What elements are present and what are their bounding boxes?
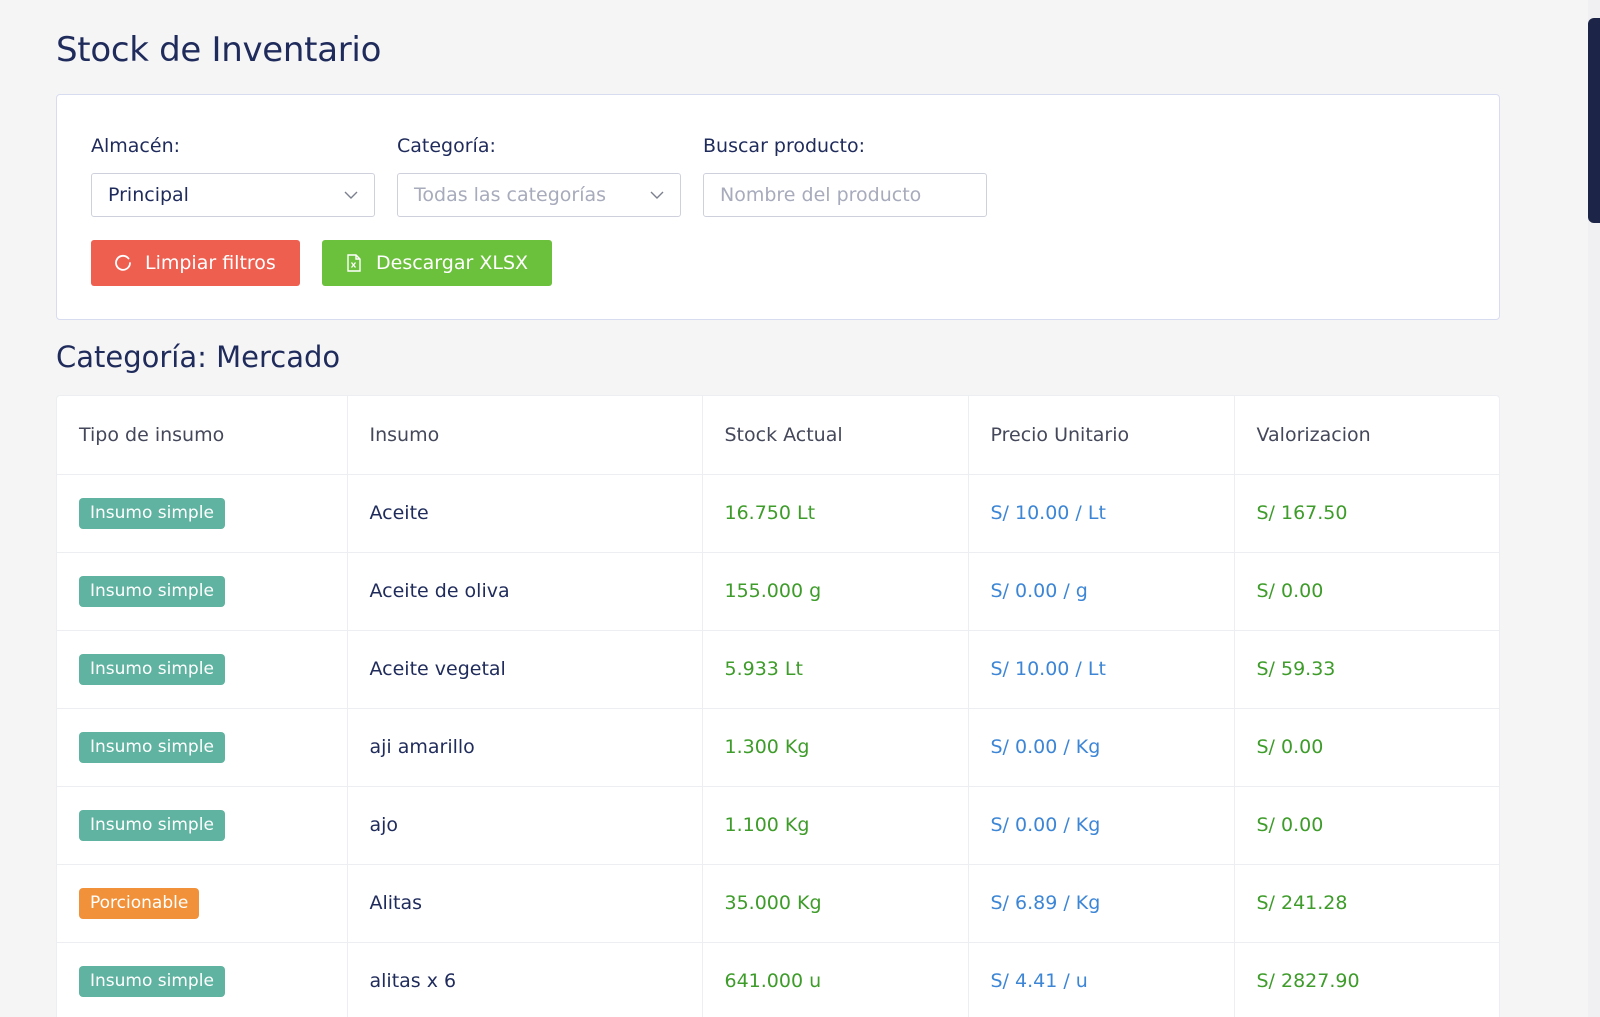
tipo-badge: Insumo simple — [79, 809, 225, 841]
almacen-label: Almacén: — [91, 135, 181, 157]
tipo-badge: Insumo simple — [79, 575, 225, 607]
product-search-input[interactable] — [720, 184, 970, 206]
inventory-table-wrap: Tipo de insumo Insumo Stock Actual Preci… — [56, 395, 1500, 1017]
inventory-table: Tipo de insumo Insumo Stock Actual Preci… — [57, 396, 1499, 1017]
download-xlsx-label: Descargar XLSX — [376, 252, 529, 274]
tipo-badge: Insumo simple — [79, 731, 225, 763]
table-row: Insumo simple aji amarillo 1.300 Kg S/ 0.00… — [57, 708, 1499, 787]
table-row: Porcionable Alitas 35.000 Kg S/ 6.89 / Kg S/… — [57, 864, 1499, 943]
precio-cell: S/ 10.00 / Lt — [968, 474, 1235, 553]
page-scrollbar-thumb[interactable] — [1588, 18, 1600, 223]
valorizacion-cell: S/ 167.50 — [1234, 474, 1499, 553]
valorizacion-cell: S/ 0.00 — [1234, 708, 1499, 787]
stock-cell: 641.000 u — [702, 942, 969, 1017]
header-insumo: Insumo — [347, 396, 703, 475]
tipo-badge: Porcionable — [79, 887, 200, 919]
precio-cell: S/ 0.00 / g — [968, 552, 1235, 631]
tipo-badge: Insumo simple — [79, 497, 225, 529]
buscar-input-wrap[interactable] — [703, 173, 987, 217]
table-row: Insumo simple alitas x 6 641.000 u S/ 4.41 … — [57, 942, 1499, 1017]
excel-file-icon — [347, 254, 361, 272]
tipo-cell: Insumo simple — [57, 630, 348, 709]
header-stock: Stock Actual — [702, 396, 969, 475]
clear-filters-label: Limpiar filtros — [145, 252, 276, 274]
table-header-row: Tipo de insumo Insumo Stock Actual Preci… — [57, 396, 1499, 475]
stock-cell: 155.000 g — [702, 552, 969, 631]
precio-cell: S/ 6.89 / Kg — [968, 864, 1235, 943]
category-section-title: Categoría: Mercado — [56, 340, 341, 374]
categoria-field: Categoría: Todas las categorías — [397, 133, 681, 217]
insumo-cell: alitas x 6 — [347, 942, 703, 1017]
filter-card: Almacén: Principal Categoría: Todas las … — [56, 94, 1500, 320]
almacen-field: Almacén: Principal — [91, 133, 375, 217]
valorizacion-cell: S/ 59.33 — [1234, 630, 1499, 709]
inventory-page: Stock de Inventario Almacén: Principal C… — [0, 0, 1600, 1017]
almacen-select[interactable]: Principal — [91, 173, 375, 217]
valorizacion-cell: S/ 0.00 — [1234, 786, 1499, 865]
tipo-cell: Insumo simple — [57, 786, 348, 865]
valorizacion-cell: S/ 241.28 — [1234, 864, 1499, 943]
categoria-select[interactable]: Todas las categorías — [397, 173, 681, 217]
clear-filters-button[interactable]: Limpiar filtros — [91, 240, 300, 286]
precio-cell: S/ 0.00 / Kg — [968, 786, 1235, 865]
refresh-icon — [115, 254, 131, 271]
almacen-selected-value: Principal — [108, 184, 189, 206]
precio-cell: S/ 0.00 / Kg — [968, 708, 1235, 787]
tipo-badge: Insumo simple — [79, 965, 225, 997]
header-valorizacion: Valorizacion — [1234, 396, 1499, 475]
chevron-down-icon — [344, 191, 358, 199]
stock-cell: 1.100 Kg — [702, 786, 969, 865]
download-xlsx-button[interactable]: Descargar XLSX — [322, 240, 552, 286]
header-tipo: Tipo de insumo — [57, 396, 348, 475]
tipo-cell: Insumo simple — [57, 474, 348, 553]
stock-cell: 16.750 Lt — [702, 474, 969, 553]
tipo-cell: Insumo simple — [57, 708, 348, 787]
insumo-cell: Aceite — [347, 474, 703, 553]
stock-cell: 1.300 Kg — [702, 708, 969, 787]
valorizacion-cell: S/ 2827.90 — [1234, 942, 1499, 1017]
insumo-cell: Alitas — [347, 864, 703, 943]
tipo-badge: Insumo simple — [79, 653, 225, 685]
categoria-placeholder: Todas las categorías — [414, 184, 607, 206]
insumo-cell: Aceite de oliva — [347, 552, 703, 631]
valorizacion-cell: S/ 0.00 — [1234, 552, 1499, 631]
insumo-cell: aji amarillo — [347, 708, 703, 787]
insumo-cell: ajo — [347, 786, 703, 865]
buscar-label: Buscar producto: — [703, 135, 866, 157]
buscar-field: Buscar producto: — [703, 133, 987, 217]
page-title: Stock de Inventario — [56, 30, 382, 70]
table-row: Insumo simple Aceite de oliva 155.000 g S/ … — [57, 552, 1499, 631]
table-row: Insumo simple Aceite vegetal 5.933 Lt S/ 10… — [57, 630, 1499, 709]
stock-cell: 35.000 Kg — [702, 864, 969, 943]
precio-cell: S/ 4.41 / u — [968, 942, 1235, 1017]
stock-cell: 5.933 Lt — [702, 630, 969, 709]
header-precio: Precio Unitario — [968, 396, 1235, 475]
table-row: Insumo simple ajo 1.100 Kg S/ 0.00 / Kg S/ 0… — [57, 786, 1499, 865]
tipo-cell: Porcionable — [57, 864, 348, 943]
table-row: Insumo simple Aceite 16.750 Lt S/ 10.00 / L… — [57, 474, 1499, 553]
insumo-cell: Aceite vegetal — [347, 630, 703, 709]
categoria-label: Categoría: — [397, 135, 496, 157]
precio-cell: S/ 10.00 / Lt — [968, 630, 1235, 709]
tipo-cell: Insumo simple — [57, 942, 348, 1017]
tipo-cell: Insumo simple — [57, 552, 348, 631]
chevron-down-icon — [650, 191, 664, 199]
